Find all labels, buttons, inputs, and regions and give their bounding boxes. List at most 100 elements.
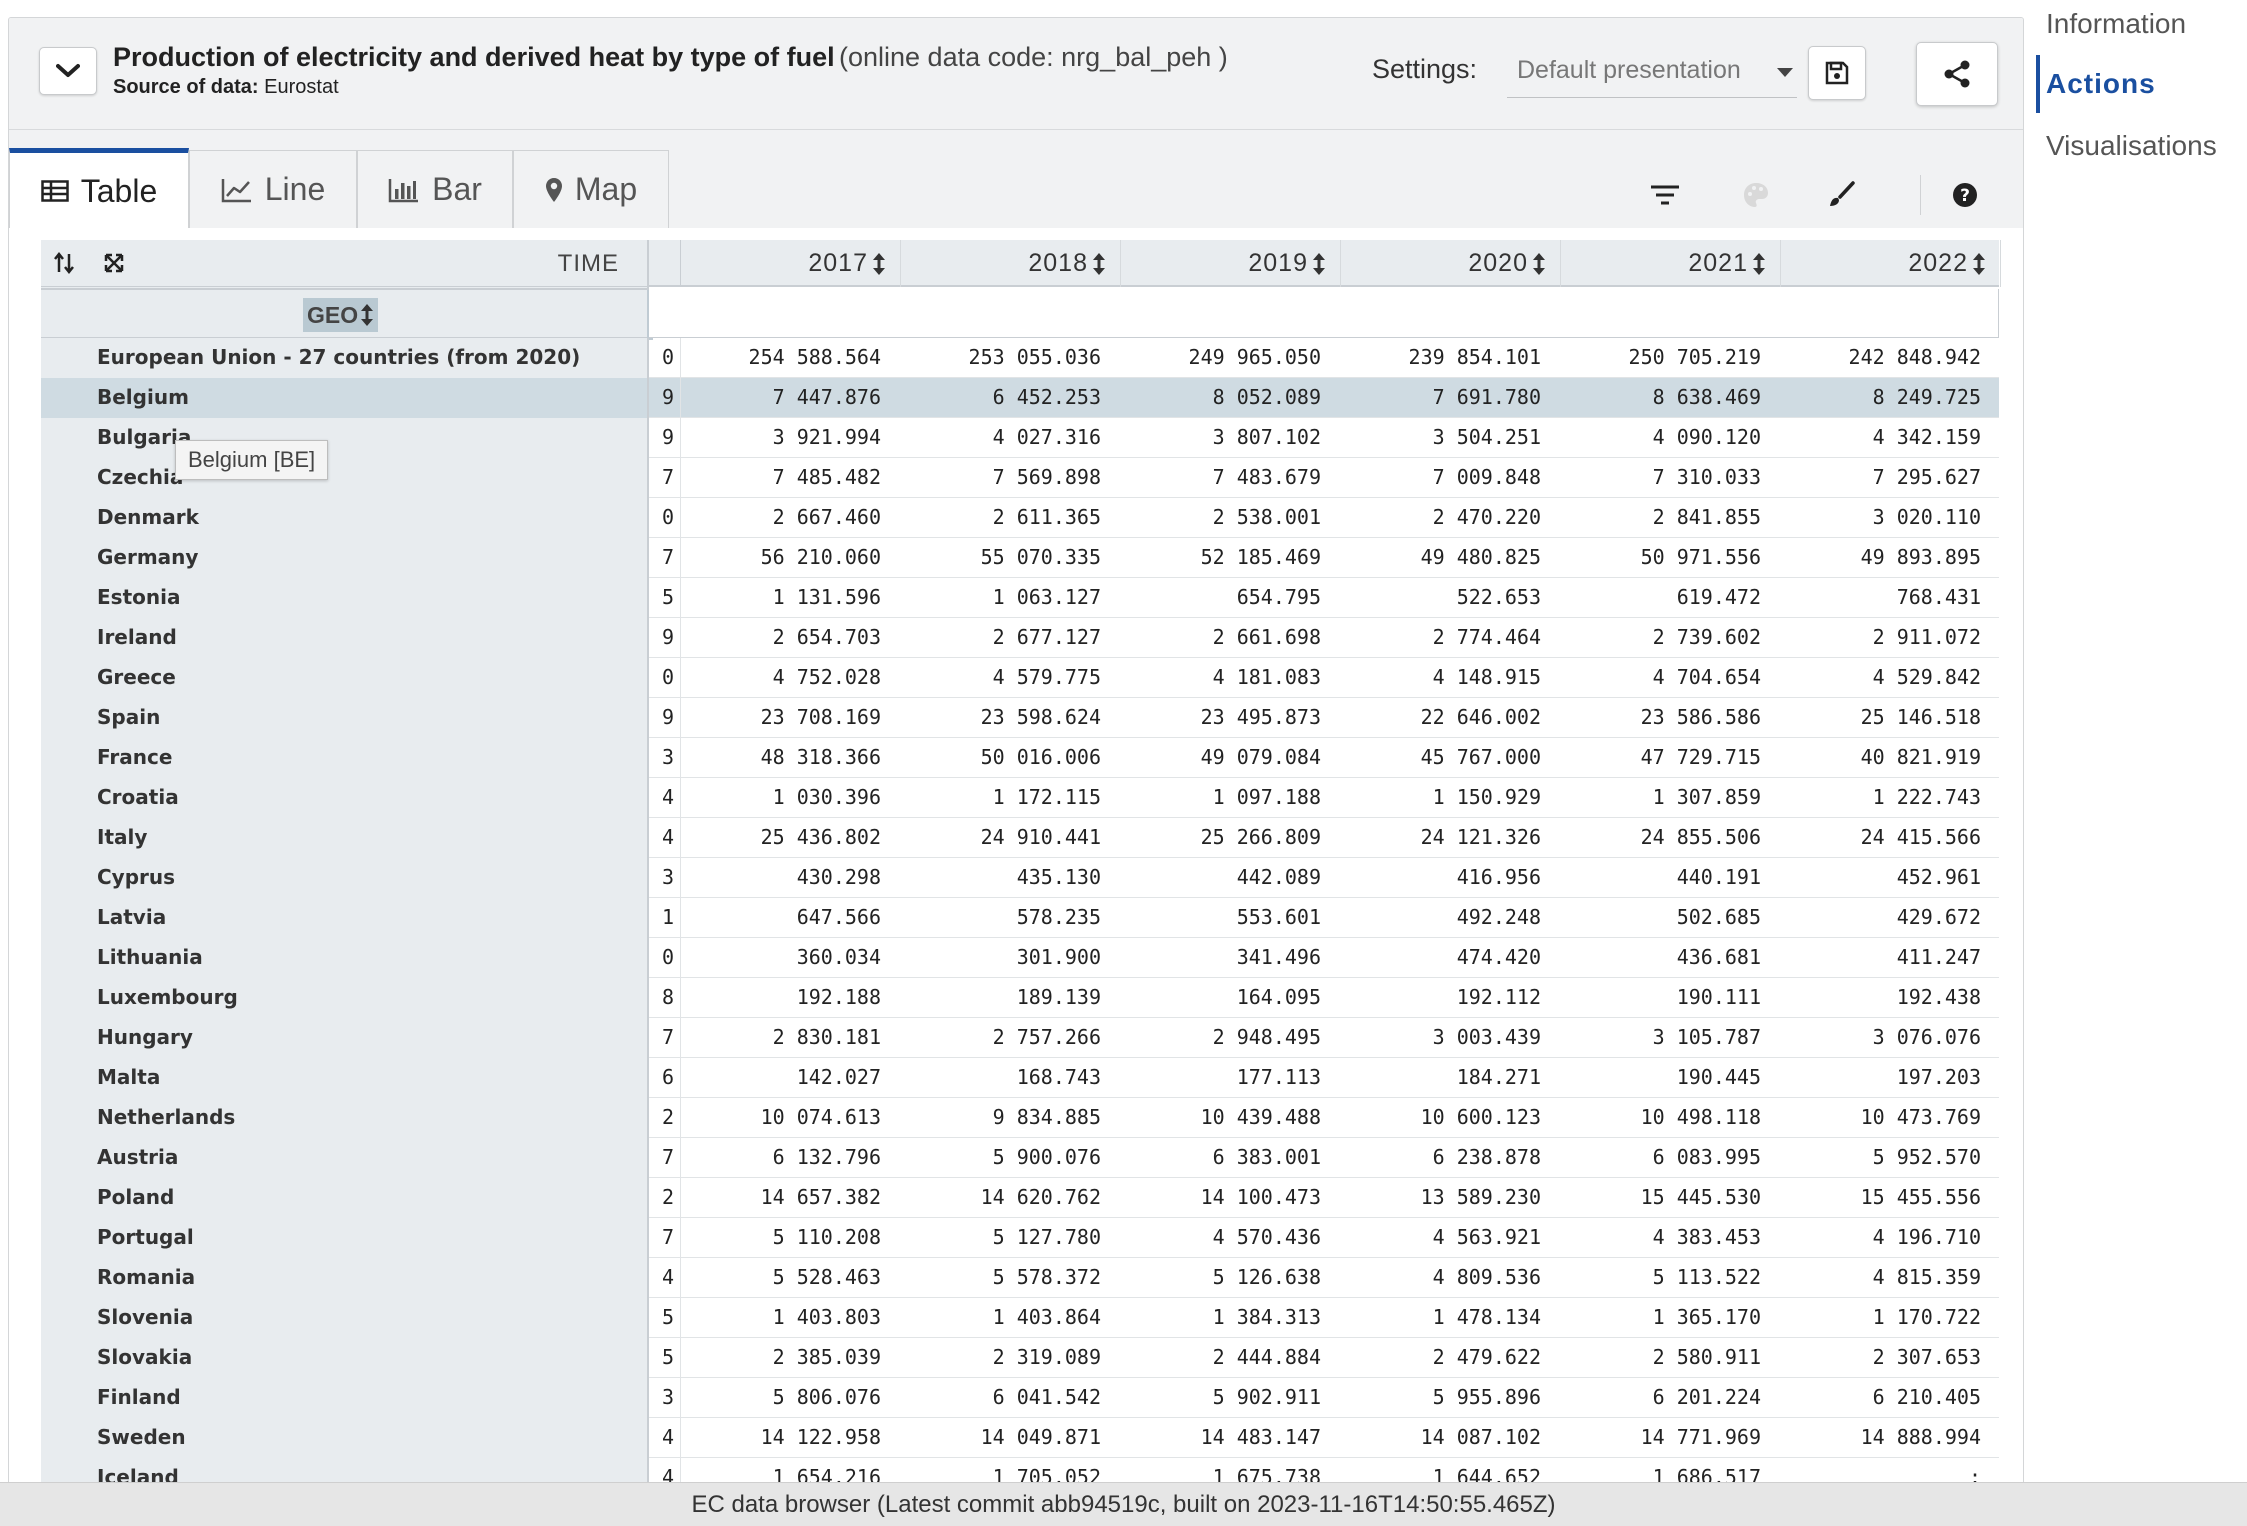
geo-row-label[interactable]: Belgium [41, 378, 649, 418]
table-cell: 3 020.110 [1872, 505, 1981, 529]
table-row: Germany 7 56 210.060 55 070.335 52 185.469 49… [41, 538, 1999, 578]
geo-row-label[interactable]: France [41, 738, 649, 778]
geo-row-label[interactable]: Greece [41, 658, 649, 698]
table-cell: 24 121.326 [1420, 825, 1541, 849]
table-cell: 6 238.878 [1432, 1145, 1541, 1169]
table-cell: 2 479.622 [1432, 1345, 1541, 1369]
table-cell: 13 589.230 [1420, 1185, 1541, 1209]
source-value: Eurostat [264, 76, 339, 98]
side-nav-visualisations[interactable]: Visualisations [2046, 130, 2217, 162]
side-nav-actions[interactable]: Actions [2046, 68, 2156, 100]
table-row: Finland 3 5 806.076 6 041.542 5 902.911 5 955… [41, 1378, 1999, 1418]
share-button[interactable] [1916, 42, 1998, 106]
partial-cell: 2 [649, 1178, 681, 1218]
collapse-button[interactable] [39, 47, 97, 95]
geo-row-label[interactable]: Finland [41, 1378, 649, 1418]
table-row: Slovakia 5 2 385.039 2 319.089 2 444.884 2 47… [41, 1338, 1999, 1378]
table-cell: 40 821.919 [1860, 745, 1981, 769]
year-header-2020[interactable]: 2020 [1341, 240, 1561, 287]
year-header-2021[interactable]: 2021 [1561, 240, 1781, 287]
geo-row-label[interactable]: Romania [41, 1258, 649, 1298]
geo-row-label[interactable]: Denmark [41, 498, 649, 538]
geo-row-label[interactable]: Estonia [41, 578, 649, 618]
partial-column-header [649, 240, 681, 287]
palette-button[interactable] [1736, 175, 1776, 215]
geo-row-label[interactable]: Germany [41, 538, 649, 578]
table-cell: 47 729.715 [1640, 745, 1761, 769]
geo-row-label[interactable]: Czechia [41, 458, 649, 498]
table-cell: 7 483.679 [1212, 465, 1321, 489]
table-cell: 4 342.159 [1872, 425, 1981, 449]
geo-row-label[interactable]: Bulgaria [41, 418, 649, 458]
table-cell: 190.445 [1676, 1065, 1761, 1089]
geo-tooltip: Belgium [BE] [175, 440, 329, 480]
filter-button[interactable] [1645, 175, 1685, 215]
geo-row-label[interactable]: Poland [41, 1178, 649, 1218]
table-cell: 8 052.089 [1212, 385, 1321, 409]
save-button[interactable] [1808, 46, 1866, 100]
settings-dropdown[interactable]: Default presentation [1507, 44, 1797, 98]
geo-row-label[interactable]: Sweden [41, 1418, 649, 1458]
table-row: Ireland 9 2 654.703 2 677.127 2 661.698 2 774… [41, 618, 1999, 658]
sort-updown-icon [1093, 252, 1105, 275]
geo-row-label[interactable]: Hungary [41, 1018, 649, 1058]
table-cell: 4 383.453 [1652, 1225, 1761, 1249]
geo-row-label[interactable]: Slovenia [41, 1298, 649, 1338]
geo-row-label[interactable]: Spain [41, 698, 649, 738]
table-cell: 768.431 [1896, 585, 1981, 609]
brush-button[interactable] [1821, 175, 1861, 215]
geo-row-label[interactable]: Italy [41, 818, 649, 858]
geo-row-label[interactable]: Luxembourg [41, 978, 649, 1018]
active-indicator [2036, 55, 2040, 113]
table-cell: 522.653 [1456, 585, 1541, 609]
table-cell: 15 455.556 [1860, 1185, 1981, 1209]
table-cell: 2 948.495 [1212, 1025, 1321, 1049]
partial-cell: 4 [649, 778, 681, 818]
geo-row-label[interactable]: Slovakia [41, 1338, 649, 1378]
geo-row-label[interactable]: Latvia [41, 898, 649, 938]
table-cell: 619.472 [1676, 585, 1761, 609]
geo-row-label[interactable]: Lithuania [41, 938, 649, 978]
table-cell: 2 667.460 [772, 505, 881, 529]
geo-row-label[interactable]: Croatia [41, 778, 649, 818]
table-cell: 2 611.365 [992, 505, 1101, 529]
sort-updown-icon [873, 252, 885, 275]
table-cell: 2 385.039 [772, 1345, 881, 1369]
table-cell: 239 854.101 [1408, 345, 1541, 369]
geo-row-label[interactable]: European Union - 27 countries (from 2020… [41, 338, 649, 378]
table-cell: 14 620.762 [980, 1185, 1101, 1209]
side-nav-information[interactable]: Information [2046, 8, 2186, 40]
geo-row-label[interactable]: Malta [41, 1058, 649, 1098]
expand-button[interactable] [97, 246, 131, 280]
table-cell: 7 295.627 [1872, 465, 1981, 489]
table-cell: 2 739.602 [1652, 625, 1761, 649]
table-cell: 23 495.873 [1200, 705, 1321, 729]
geo-sort-button[interactable]: GEO [303, 298, 379, 332]
geo-row-label[interactable]: Netherlands [41, 1098, 649, 1138]
table-cell: 3 003.439 [1432, 1025, 1541, 1049]
geo-row-label[interactable]: Ireland [41, 618, 649, 658]
table-cell: 1 403.864 [992, 1305, 1101, 1329]
table-cell: 4 196.710 [1872, 1225, 1981, 1249]
table-cell: 452.961 [1896, 865, 1981, 889]
table-cell: 10 498.118 [1640, 1105, 1761, 1129]
year-label: 2022 [1908, 249, 1968, 277]
table-cell: 442.089 [1236, 865, 1321, 889]
table-row: Latvia 1 647.566 578.235 553.601 492.248 502.6… [41, 898, 1999, 938]
year-header-2018[interactable]: 2018 [901, 240, 1121, 287]
table-cell: 49 079.084 [1200, 745, 1321, 769]
geo-row-label[interactable]: Cyprus [41, 858, 649, 898]
year-header-2019[interactable]: 2019 [1121, 240, 1341, 287]
partial-cell: 3 [649, 738, 681, 778]
table-row: Bulgaria 9 3 921.994 4 027.316 3 807.102 3 50… [41, 418, 1999, 458]
year-header-2022[interactable]: 2022 [1781, 240, 2001, 287]
table-cell: 2 319.089 [992, 1345, 1101, 1369]
year-header-2017[interactable]: 2017 [681, 240, 901, 287]
help-button[interactable]: ? [1945, 175, 1985, 215]
table-cell: 430.298 [796, 865, 881, 889]
table-cell: 429.672 [1896, 905, 1981, 929]
sort-button[interactable] [47, 246, 81, 280]
geo-row-label[interactable]: Portugal [41, 1218, 649, 1258]
geo-row-label[interactable]: Austria [41, 1138, 649, 1178]
header-spacer-row [649, 289, 1999, 338]
